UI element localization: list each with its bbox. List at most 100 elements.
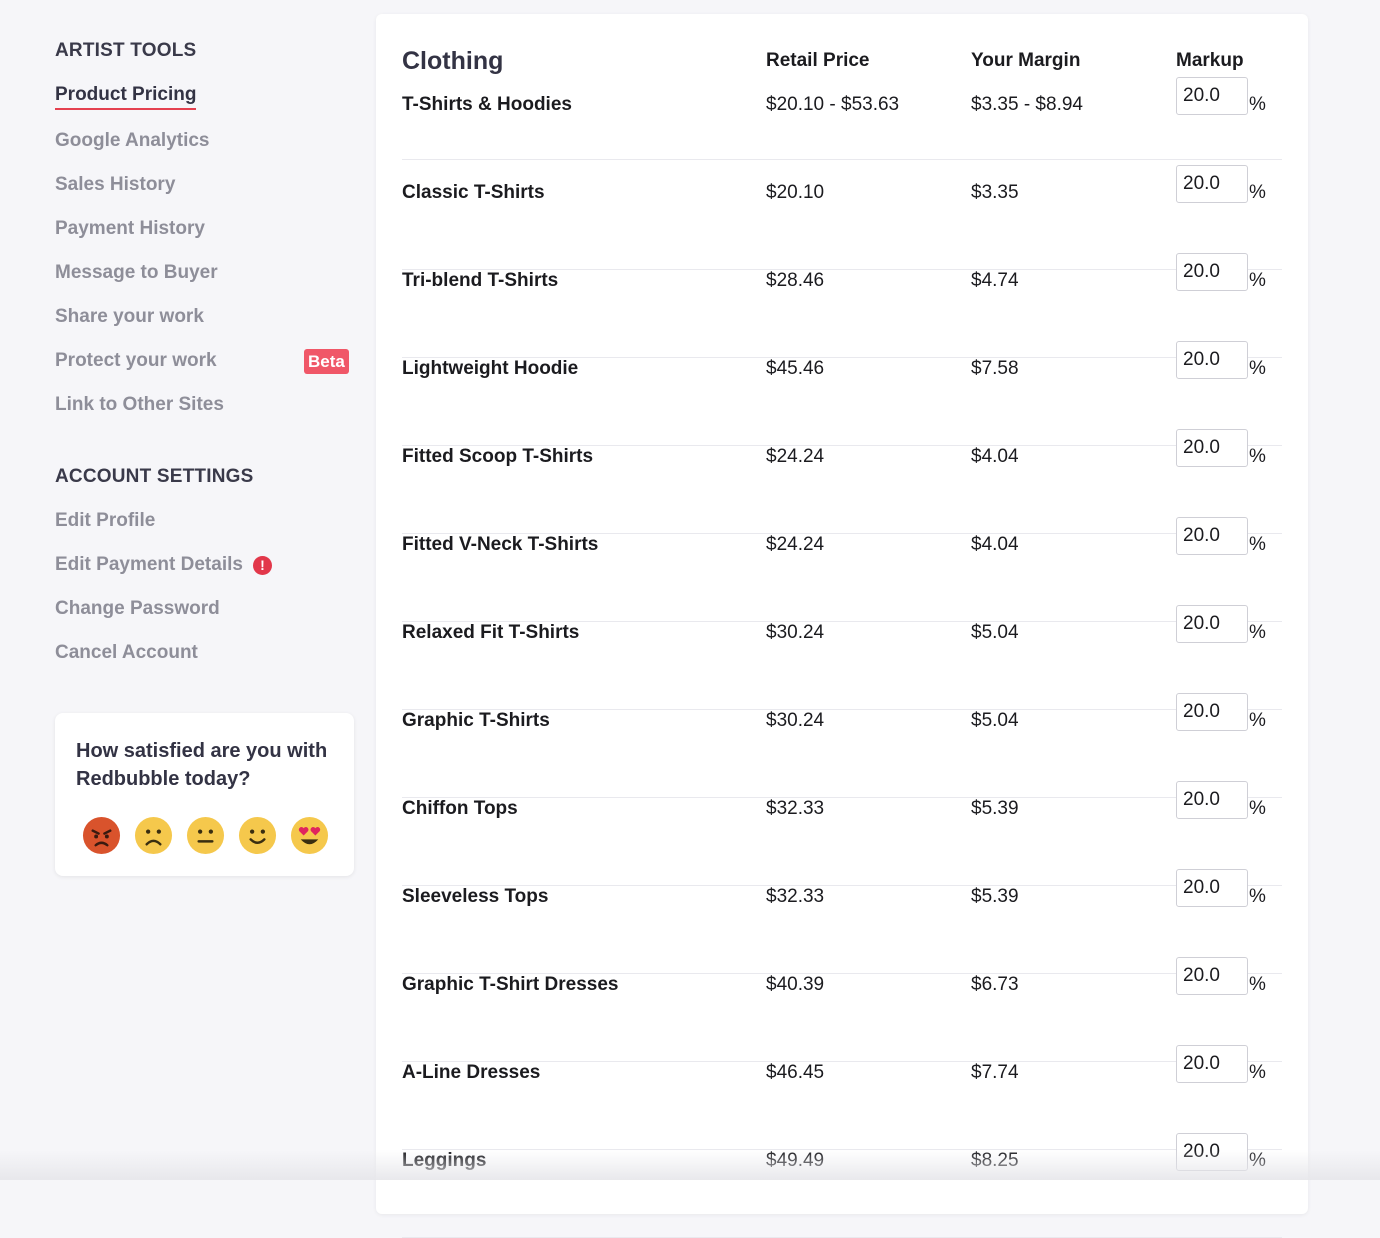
artist-tools-title: ARTIST TOOLS	[55, 40, 196, 62]
neutral-face-icon[interactable]	[186, 816, 225, 855]
markup-input[interactable]	[1176, 1133, 1248, 1171]
markup-input[interactable]	[1176, 1045, 1248, 1083]
percent-sign: %	[1249, 270, 1266, 292]
your-margin: $4.74	[971, 270, 1019, 292]
sidebar-item-payment-history[interactable]: Payment History	[55, 207, 355, 251]
your-margin: $3.35	[971, 182, 1019, 204]
pricing-table-card: Clothing Retail Price Your Margin Markup…	[376, 14, 1308, 1214]
markup-input[interactable]	[1176, 253, 1248, 291]
sidebar-item-label: Product Pricing	[55, 84, 196, 110]
retail-price: $28.46	[766, 270, 824, 292]
sidebar-item-label: Message to Buyer	[55, 262, 218, 284]
artist-tools-nav: Product Pricing Google Analytics Sales H…	[55, 75, 355, 427]
retail-price: $32.33	[766, 798, 824, 820]
percent-sign: %	[1249, 1150, 1266, 1172]
sidebar-item-message-to-buyer[interactable]: Message to Buyer	[55, 251, 355, 295]
sidebar-item-label: Link to Other Sites	[55, 394, 224, 416]
retail-price-header: Retail Price	[766, 50, 870, 72]
retail-price: $20.10 - $53.63	[766, 94, 899, 116]
product-name: Lightweight Hoodie	[402, 358, 578, 380]
sidebar-item-cancel-account[interactable]: Cancel Account	[55, 631, 355, 675]
percent-sign: %	[1249, 358, 1266, 380]
product-name: Classic T-Shirts	[402, 182, 545, 204]
table-row: Fitted Scoop T-Shirts$24.24$4.04%	[402, 446, 1282, 534]
sidebar-item-label: Protect your work	[55, 350, 217, 372]
markup-input[interactable]	[1176, 517, 1248, 555]
product-name: Graphic T-Shirt Dresses	[402, 974, 618, 996]
table-row: Graphic T-Shirts $30.24 $5.04%	[402, 710, 1282, 798]
table-row: Lightweight Hoodie$45.46$7.58%	[402, 358, 1282, 446]
your-margin: $4.04	[971, 534, 1019, 556]
product-name: A-Line Dresses	[402, 1062, 540, 1084]
markup-input[interactable]	[1176, 165, 1248, 203]
category-title: Clothing	[402, 47, 503, 76]
percent-sign: %	[1249, 710, 1266, 732]
percent-sign: %	[1249, 182, 1266, 204]
retail-price: $40.39	[766, 974, 824, 996]
survey-question: How satisfied are you with Redbubble tod…	[76, 737, 333, 793]
product-name: Graphic T-Shirts	[402, 710, 550, 732]
alert-icon: !	[253, 556, 272, 575]
table-header: Clothing Retail Price Your Margin Markup	[376, 14, 1308, 94]
percent-sign: %	[1249, 94, 1266, 116]
sidebar-item-label: Sales History	[55, 174, 175, 196]
markup-input[interactable]	[1176, 869, 1248, 907]
product-name: Relaxed Fit T-Shirts	[402, 622, 579, 644]
percent-sign: %	[1249, 974, 1266, 996]
sidebar-item-edit-payment-details[interactable]: Edit Payment Details !	[55, 543, 355, 587]
markup-input[interactable]	[1176, 429, 1248, 467]
product-name: Tri-blend T-Shirts	[402, 270, 558, 292]
markup-input[interactable]	[1176, 341, 1248, 379]
retail-price: $32.33	[766, 886, 824, 908]
slightly-smiling-face-icon[interactable]	[238, 816, 277, 855]
markup-input[interactable]	[1176, 693, 1248, 731]
account-settings-title: ACCOUNT SETTINGS	[55, 466, 253, 488]
sidebar-item-edit-profile[interactable]: Edit Profile	[55, 499, 355, 543]
sidebar-item-google-analytics[interactable]: Google Analytics	[55, 119, 355, 163]
sidebar-item-label: Payment History	[55, 218, 205, 240]
product-name: T-Shirts & Hoodies	[402, 94, 572, 116]
markup-input[interactable]	[1176, 77, 1248, 115]
sidebar-item-label: Change Password	[55, 598, 220, 620]
table-row: Graphic T-Shirt Dresses$40.39$6.73%	[402, 974, 1282, 1062]
retail-price: $24.24	[766, 446, 824, 468]
sidebar-item-product-pricing[interactable]: Product Pricing	[55, 75, 355, 119]
table-row: T-Shirts & Hoodies$20.10 - $53.63$3.35 -…	[402, 94, 1282, 160]
table-row: A-Line Dresses$46.45$7.74%	[402, 1062, 1282, 1150]
heart-eyes-face-icon[interactable]	[290, 816, 329, 855]
product-name: Leggings	[402, 1150, 486, 1172]
markup-input[interactable]	[1176, 957, 1248, 995]
your-margin: $7.74	[971, 1062, 1019, 1084]
product-name: Sleeveless Tops	[402, 886, 548, 908]
percent-sign: %	[1249, 622, 1266, 644]
percent-sign: %	[1249, 798, 1266, 820]
retail-price: $30.24	[766, 710, 824, 732]
retail-price: $20.10	[766, 182, 824, 204]
your-margin: $4.04	[971, 446, 1019, 468]
sidebar-item-sales-history[interactable]: Sales History	[55, 163, 355, 207]
markup-input[interactable]	[1176, 605, 1248, 643]
satisfaction-survey: How satisfied are you with Redbubble tod…	[55, 713, 354, 876]
your-margin: $7.58	[971, 358, 1019, 380]
sidebar-item-label: Share your work	[55, 306, 204, 328]
your-margin: $5.04	[971, 710, 1019, 732]
frowning-face-icon[interactable]	[134, 816, 173, 855]
table-row: Classic T-Shirts $20.10 $3.35%	[402, 182, 1282, 270]
retail-price: $49.49	[766, 1150, 824, 1172]
sidebar-item-protect-your-work[interactable]: Protect your work Beta	[55, 339, 355, 383]
angry-face-icon[interactable]	[82, 816, 121, 855]
your-margin: $8.25	[971, 1150, 1019, 1172]
table-row: Leggings $49.49 $8.25%	[402, 1150, 1282, 1238]
sidebar-item-label: Google Analytics	[55, 130, 210, 152]
markup-input[interactable]	[1176, 781, 1248, 819]
sidebar-item-label: Cancel Account	[55, 642, 198, 664]
sidebar-item-label: Edit Payment Details	[55, 554, 243, 576]
percent-sign: %	[1249, 1062, 1266, 1084]
product-name: Chiffon Tops	[402, 798, 518, 820]
sidebar-item-change-password[interactable]: Change Password	[55, 587, 355, 631]
sidebar-item-link-to-other-sites[interactable]: Link to Other Sites	[55, 383, 355, 427]
percent-sign: %	[1249, 534, 1266, 556]
sidebar-item-share-your-work[interactable]: Share your work	[55, 295, 355, 339]
product-name: Fitted V-Neck T-Shirts	[402, 534, 598, 556]
account-settings-nav: Edit Profile Edit Payment Details ! Chan…	[55, 499, 355, 675]
